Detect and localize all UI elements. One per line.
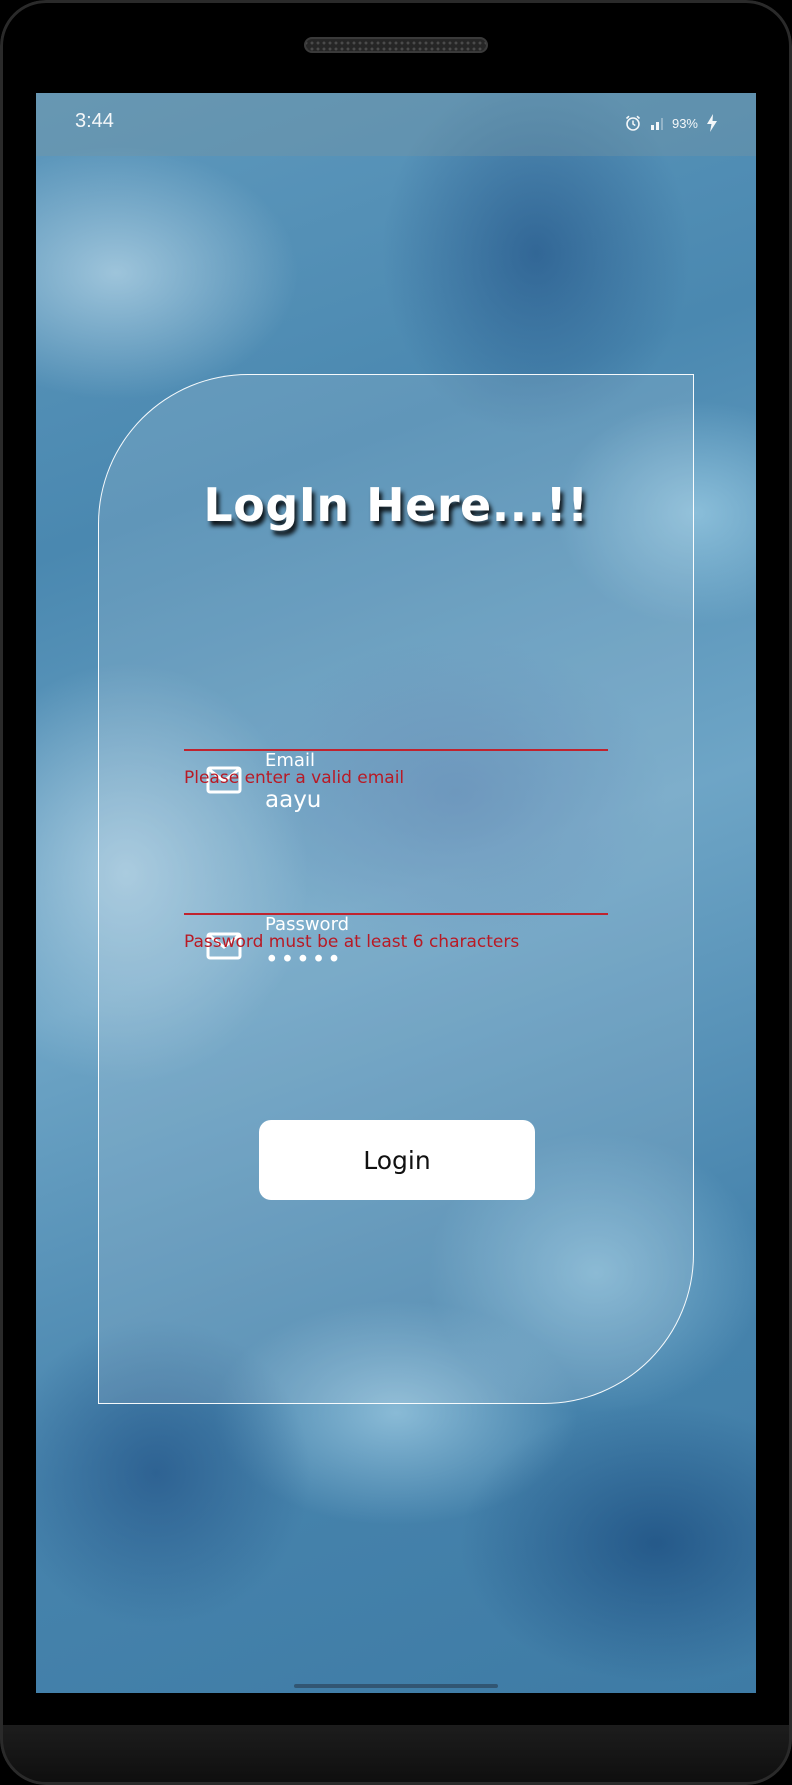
alarm-icon (624, 114, 642, 132)
status-bar: 3:44 93% (36, 93, 756, 156)
status-icons: 93% (624, 113, 718, 133)
password-error: Password must be at least 6 characters (184, 932, 520, 952)
speaker-grille (304, 37, 488, 53)
password-underline (184, 913, 608, 915)
page-title: LogIn Here...!! (203, 478, 589, 532)
email-error: Please enter a valid email (184, 768, 405, 788)
bottom-bezel (0, 1725, 792, 1785)
phone-frame: 3:44 93% LogIn Here...!! Email aayu Plea… (0, 0, 792, 1785)
email-underline (184, 749, 608, 751)
battery-percent: 93% (671, 115, 698, 131)
password-field-group: Password (184, 817, 608, 973)
status-time: 3:44 (75, 110, 114, 132)
charging-icon (706, 113, 718, 133)
login-button[interactable]: Login (259, 1120, 535, 1200)
home-indicator[interactable] (294, 1684, 498, 1688)
signal-icon (650, 116, 664, 130)
app-screen: 3:44 93% LogIn Here...!! Email aayu Plea… (36, 93, 756, 1693)
email-input[interactable] (265, 787, 585, 813)
